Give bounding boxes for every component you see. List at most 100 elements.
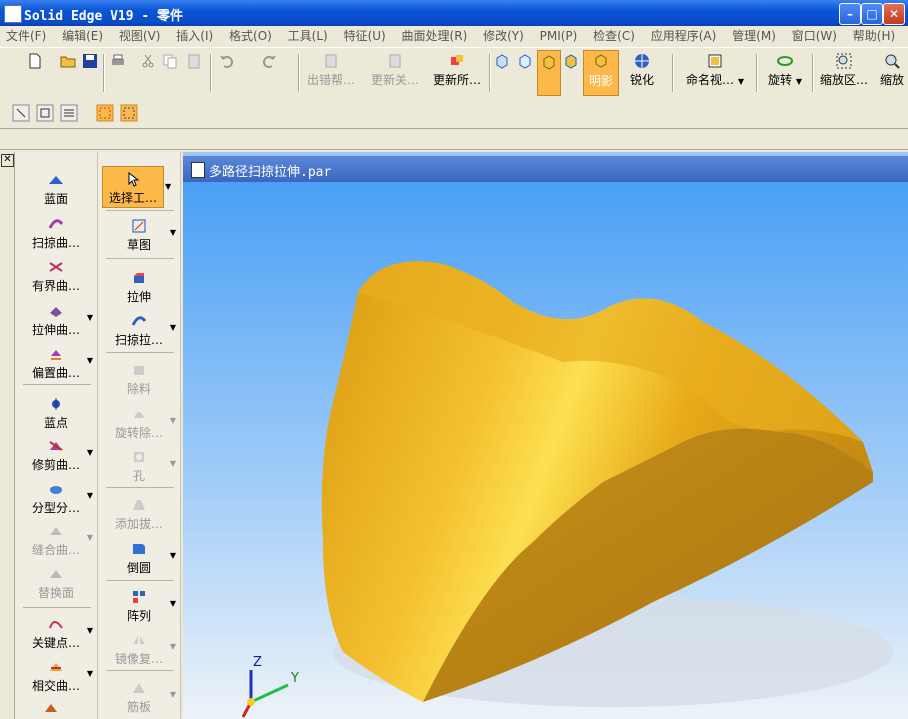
replace-face-icon (50, 570, 62, 578)
new-button[interactable] (20, 50, 50, 94)
stitched-surface-button[interactable]: 缝合曲… ▼ (19, 519, 93, 559)
select-list-icon[interactable] (60, 104, 78, 122)
palette-separator (106, 580, 174, 581)
3d-viewport[interactable]: Z Y (183, 182, 908, 719)
extruded-surface-button[interactable]: 拉伸曲… ▼ (19, 299, 93, 339)
offset-surface-button[interactable]: 偏置曲… ▼ (19, 342, 93, 382)
bounded-surface-icon (49, 262, 63, 272)
intersection-curve-button[interactable]: 相交曲… ▼ (19, 655, 93, 695)
chevron-down-icon: ▼ (169, 599, 176, 608)
select-window-icon[interactable] (36, 104, 54, 122)
palette-label: 阵列 (126, 609, 151, 623)
blue-surface-button[interactable]: 蓝面 (19, 168, 93, 208)
menu-insert[interactable]: 插入(I) (170, 26, 219, 46)
chevron-down-icon: ▼ (86, 491, 93, 500)
select-filter-icon[interactable] (12, 104, 30, 122)
swept-surface-button[interactable]: 扫掠曲… (19, 212, 93, 252)
shadow-button[interactable]: 明影 (583, 50, 619, 96)
menu-features[interactable]: 特征(U) (338, 26, 392, 46)
close-panel-icon[interactable]: ✕ (1, 154, 14, 167)
cutout-icon (134, 366, 144, 375)
redo-button[interactable] (258, 50, 280, 94)
palette-label: 扫掠拉… (114, 333, 163, 347)
error-helper-button[interactable]: 出错帮… (302, 50, 360, 94)
update-related-button[interactable]: 更新关… (366, 50, 424, 94)
menu-tools[interactable]: 工具(L) (282, 26, 334, 46)
print-button[interactable] (108, 50, 128, 94)
close-button[interactable]: ✕ (883, 3, 905, 25)
cut-button[interactable] (138, 50, 158, 94)
palette-label: 有界曲… (31, 279, 80, 293)
zoom-label: 缩放 (879, 73, 904, 87)
bounded-surface-button[interactable]: 有界曲… (19, 255, 93, 295)
swept-protrusion-button[interactable]: 扫掠拉… ▼ (102, 309, 176, 349)
rotate-label: 旋转 (768, 73, 793, 87)
sharpen-button[interactable]: 锐化 (620, 50, 664, 94)
secondary-toolbar (0, 98, 908, 129)
cutout-button[interactable]: 除料 (102, 358, 176, 398)
update-all-button[interactable]: 更新所… (428, 50, 486, 94)
chevron-down-icon[interactable]: ▼ (165, 182, 171, 191)
menu-modify[interactable]: 修改(Y) (477, 26, 530, 46)
zoom-button[interactable]: 缩放 (876, 50, 908, 94)
menu-pmi[interactable]: PMI(P) (534, 26, 584, 46)
round-button[interactable]: 倒圆 ▼ (102, 537, 176, 577)
palette-label: 偏置曲… (31, 366, 80, 380)
menu-surfacing[interactable]: 曲面处理(R) (396, 26, 474, 46)
save-button[interactable] (80, 50, 100, 94)
undo-icon (220, 56, 233, 68)
select-highlight-icon[interactable] (96, 104, 114, 122)
rib-button[interactable]: 筋板 ▼ (102, 676, 176, 716)
toolbar-separator (756, 54, 758, 92)
wireframe-view-button[interactable] (492, 50, 512, 94)
rotate-button[interactable]: 旋转 ▼ (760, 50, 810, 94)
menu-window[interactable]: 窗口(W) (786, 26, 843, 46)
select-tool-button[interactable]: 选择工… (102, 166, 164, 208)
y-axis-label: Y (290, 671, 299, 686)
hidden-edges-view-button[interactable] (515, 50, 535, 94)
keypoint-curve-button[interactable]: 关键点… ▼ (19, 612, 93, 652)
extrude-button[interactable]: 拉伸 (102, 266, 176, 306)
minimize-button[interactable]: – (839, 3, 861, 25)
copy-button[interactable] (160, 50, 180, 94)
rotate-icon (777, 56, 793, 66)
new-file-icon (29, 53, 41, 69)
pattern-icon (133, 591, 145, 603)
menu-applications[interactable]: 应用程序(A) (645, 26, 723, 46)
more-tools-icon[interactable] (43, 700, 59, 716)
revolved-cutout-button[interactable]: 旋转除… ▼ (102, 402, 176, 442)
blue-dot-button[interactable]: 蓝点 (19, 392, 93, 432)
palette-separator (23, 384, 91, 385)
menu-help[interactable]: 帮助(H) (847, 26, 901, 46)
mirror-copy-button[interactable]: 镜像复… ▼ (102, 628, 176, 668)
hole-button[interactable]: 孔 ▼ (102, 445, 176, 485)
select-deep-icon[interactable] (120, 104, 138, 122)
toolbar-separator (489, 54, 491, 92)
menu-manage[interactable]: 管理(M) (726, 26, 782, 46)
undo-button[interactable] (216, 50, 238, 94)
paste-button[interactable] (184, 50, 204, 94)
menu-edit[interactable]: 编辑(E) (56, 26, 109, 46)
menu-inspect[interactable]: 检查(C) (587, 26, 641, 46)
stitched-surface-icon (50, 527, 62, 535)
menu-format[interactable]: 格式(O) (223, 26, 278, 46)
hole-icon (134, 452, 144, 462)
maximize-button[interactable]: □ (861, 3, 883, 25)
chevron-down-icon: ▼ (169, 323, 176, 332)
named-views-button[interactable]: 命名视… ▼ (678, 50, 752, 94)
rib-icon (133, 683, 145, 693)
palette-label: 拉伸 (126, 290, 151, 304)
zoom-area-button[interactable]: 缩放区… (816, 50, 872, 94)
shaded-view-button[interactable] (537, 50, 561, 96)
add-draft-button[interactable]: 添加拔… (102, 493, 176, 533)
menu-view[interactable]: 视图(V) (113, 26, 167, 46)
pattern-button[interactable]: 阵列 ▼ (102, 585, 176, 625)
trim-surface-button[interactable]: 修剪曲… ▼ (19, 434, 93, 474)
shaded-edges-view-button[interactable] (561, 50, 581, 94)
sketch-button[interactable]: 草图 ▼ (102, 214, 176, 254)
parting-split-button[interactable]: 分型分… ▼ (19, 477, 93, 517)
open-button[interactable] (58, 50, 78, 94)
replace-face-button[interactable]: 替换面 (19, 562, 93, 602)
menu-file[interactable]: 文件(F) (0, 26, 52, 46)
palette-separator (106, 670, 174, 671)
